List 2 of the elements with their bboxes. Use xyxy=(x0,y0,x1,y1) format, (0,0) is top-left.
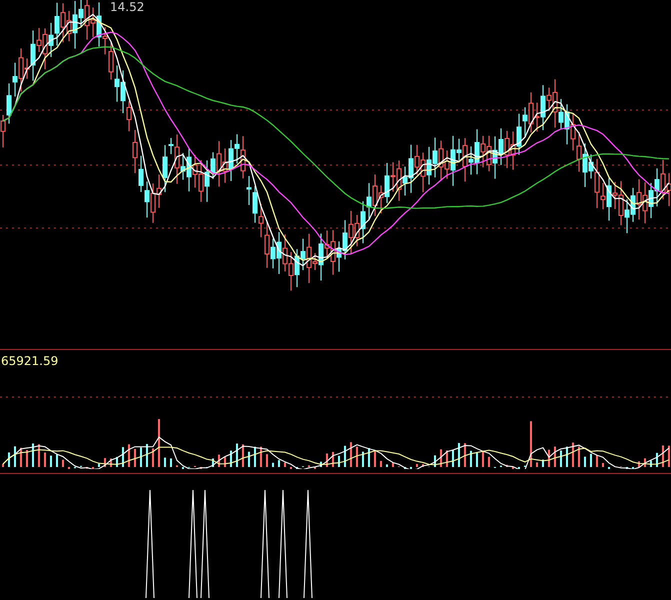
high-price-label: 14.52 xyxy=(110,0,144,14)
volume-value-label: 65921.59 xyxy=(0,353,60,369)
